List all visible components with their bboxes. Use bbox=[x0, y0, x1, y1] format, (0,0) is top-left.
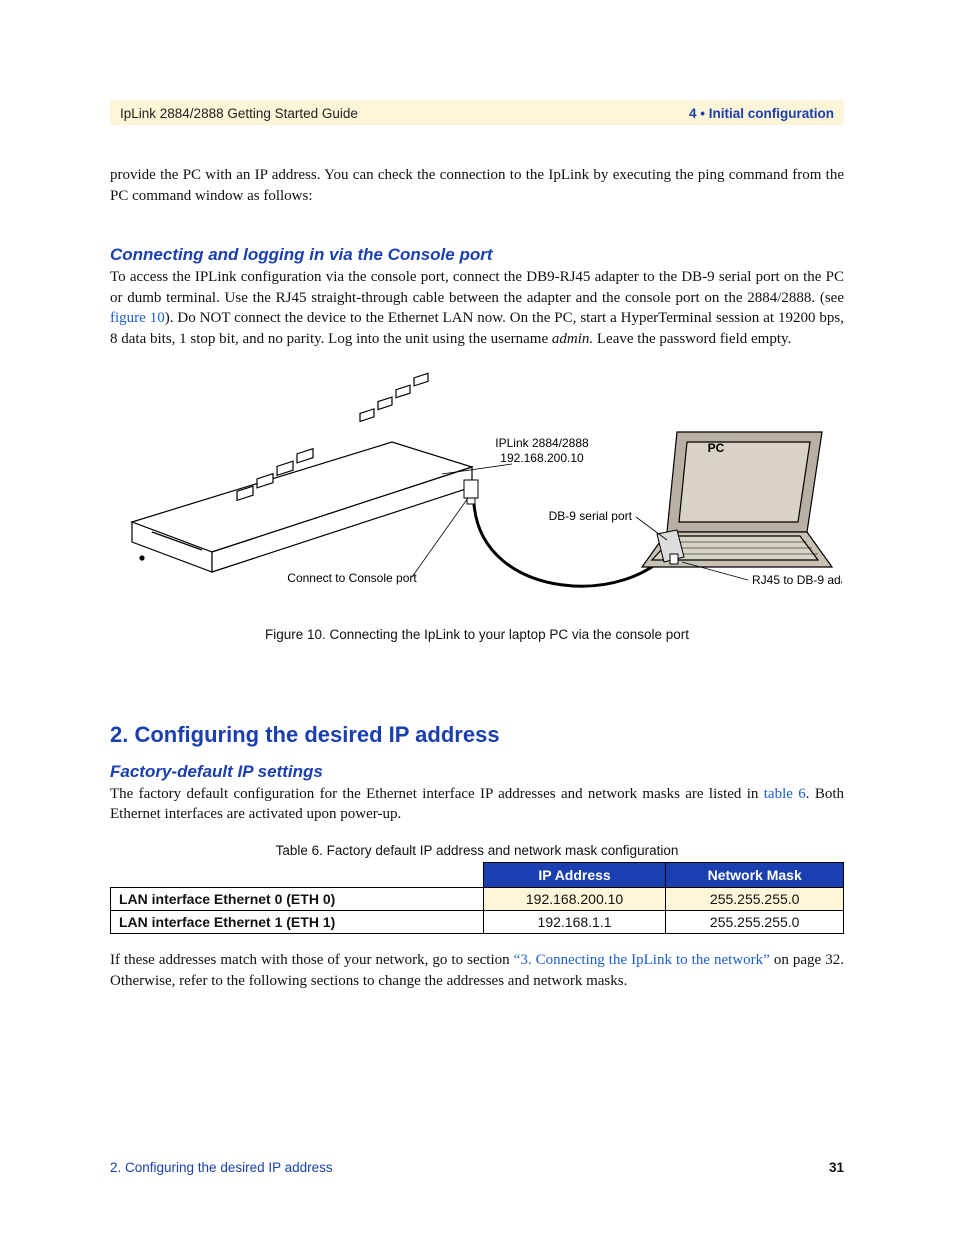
table-cell-ip: 192.168.200.10 bbox=[483, 888, 666, 911]
heading-configuring-ip: 2. Configuring the desired IP address bbox=[110, 722, 844, 748]
footer-section-title: 2. Configuring the desired IP address bbox=[110, 1160, 333, 1175]
figure-diagram: IPLink 2884/2888 192.168.200.10 PC DB-9 … bbox=[112, 372, 842, 612]
label-adapter: RJ45 to DB-9 adapter bbox=[752, 573, 842, 587]
table-header-empty bbox=[111, 863, 484, 888]
figure-reference-link[interactable]: figure 10 bbox=[110, 310, 165, 326]
page-header: IpLink 2884/2888 Getting Started Guide 4… bbox=[110, 100, 844, 125]
table-caption: Table 6. Factory default IP address and … bbox=[110, 843, 844, 858]
table-row: LAN interface Ethernet 0 (ETH 0) 192.168… bbox=[111, 888, 844, 911]
table-header-ip: IP Address bbox=[483, 863, 666, 888]
header-doc-title: IpLink 2884/2888 Getting Started Guide bbox=[120, 106, 358, 121]
label-db9: DB-9 serial port bbox=[549, 509, 633, 523]
figure-10: IPLink 2884/2888 192.168.200.10 PC DB-9 … bbox=[110, 372, 844, 642]
heading-console-port: Connecting and logging in via the Consol… bbox=[110, 245, 844, 265]
heading-factory-default: Factory-default IP settings bbox=[110, 762, 844, 782]
text-run: If these addresses match with those of y… bbox=[110, 952, 514, 968]
text-run: The factory default configuration for th… bbox=[110, 786, 764, 802]
label-pc: PC bbox=[708, 441, 725, 455]
header-chapter: 4 • Initial configuration bbox=[689, 106, 834, 121]
table-reference-link[interactable]: table 6 bbox=[764, 786, 806, 802]
page-footer: 2. Configuring the desired IP address 31 bbox=[110, 1160, 844, 1175]
console-paragraph: To access the IPLink configuration via t… bbox=[110, 267, 844, 350]
figure-caption: Figure 10. Connecting the IpLink to your… bbox=[110, 627, 844, 642]
table-cell-ip: 192.168.1.1 bbox=[483, 911, 666, 934]
table-cell-mask: 255.255.255.0 bbox=[666, 888, 844, 911]
label-device-ip: 192.168.200.10 bbox=[500, 451, 584, 465]
intro-paragraph: provide the PC with an IP address. You c… bbox=[110, 165, 844, 207]
device-icon bbox=[132, 373, 472, 572]
section-reference-link[interactable]: “3. Connecting the IpLink to the network… bbox=[514, 952, 770, 968]
page: IpLink 2884/2888 Getting Started Guide 4… bbox=[0, 0, 954, 1235]
factory-paragraph: The factory default configuration for th… bbox=[110, 784, 844, 825]
after-table-paragraph: If these addresses match with those of y… bbox=[110, 950, 844, 991]
page-number: 31 bbox=[829, 1160, 844, 1175]
text-run: To access the IPLink configuration via t… bbox=[110, 269, 844, 306]
username-admin: admin. bbox=[552, 331, 593, 347]
text-run: Leave the password field empty. bbox=[593, 331, 791, 347]
table-cell-mask: 255.255.255.0 bbox=[666, 911, 844, 934]
label-device: IPLink 2884/2888 bbox=[495, 436, 589, 450]
table-row: LAN interface Ethernet 1 (ETH 1) 192.168… bbox=[111, 911, 844, 934]
table-row-name: LAN interface Ethernet 1 (ETH 1) bbox=[111, 911, 484, 934]
table-header-row: IP Address Network Mask bbox=[111, 863, 844, 888]
ip-settings-table: IP Address Network Mask LAN interface Et… bbox=[110, 862, 844, 934]
label-console: Connect to Console port bbox=[287, 571, 417, 585]
table-header-mask: Network Mask bbox=[666, 863, 844, 888]
table-row-name: LAN interface Ethernet 0 (ETH 0) bbox=[111, 888, 484, 911]
